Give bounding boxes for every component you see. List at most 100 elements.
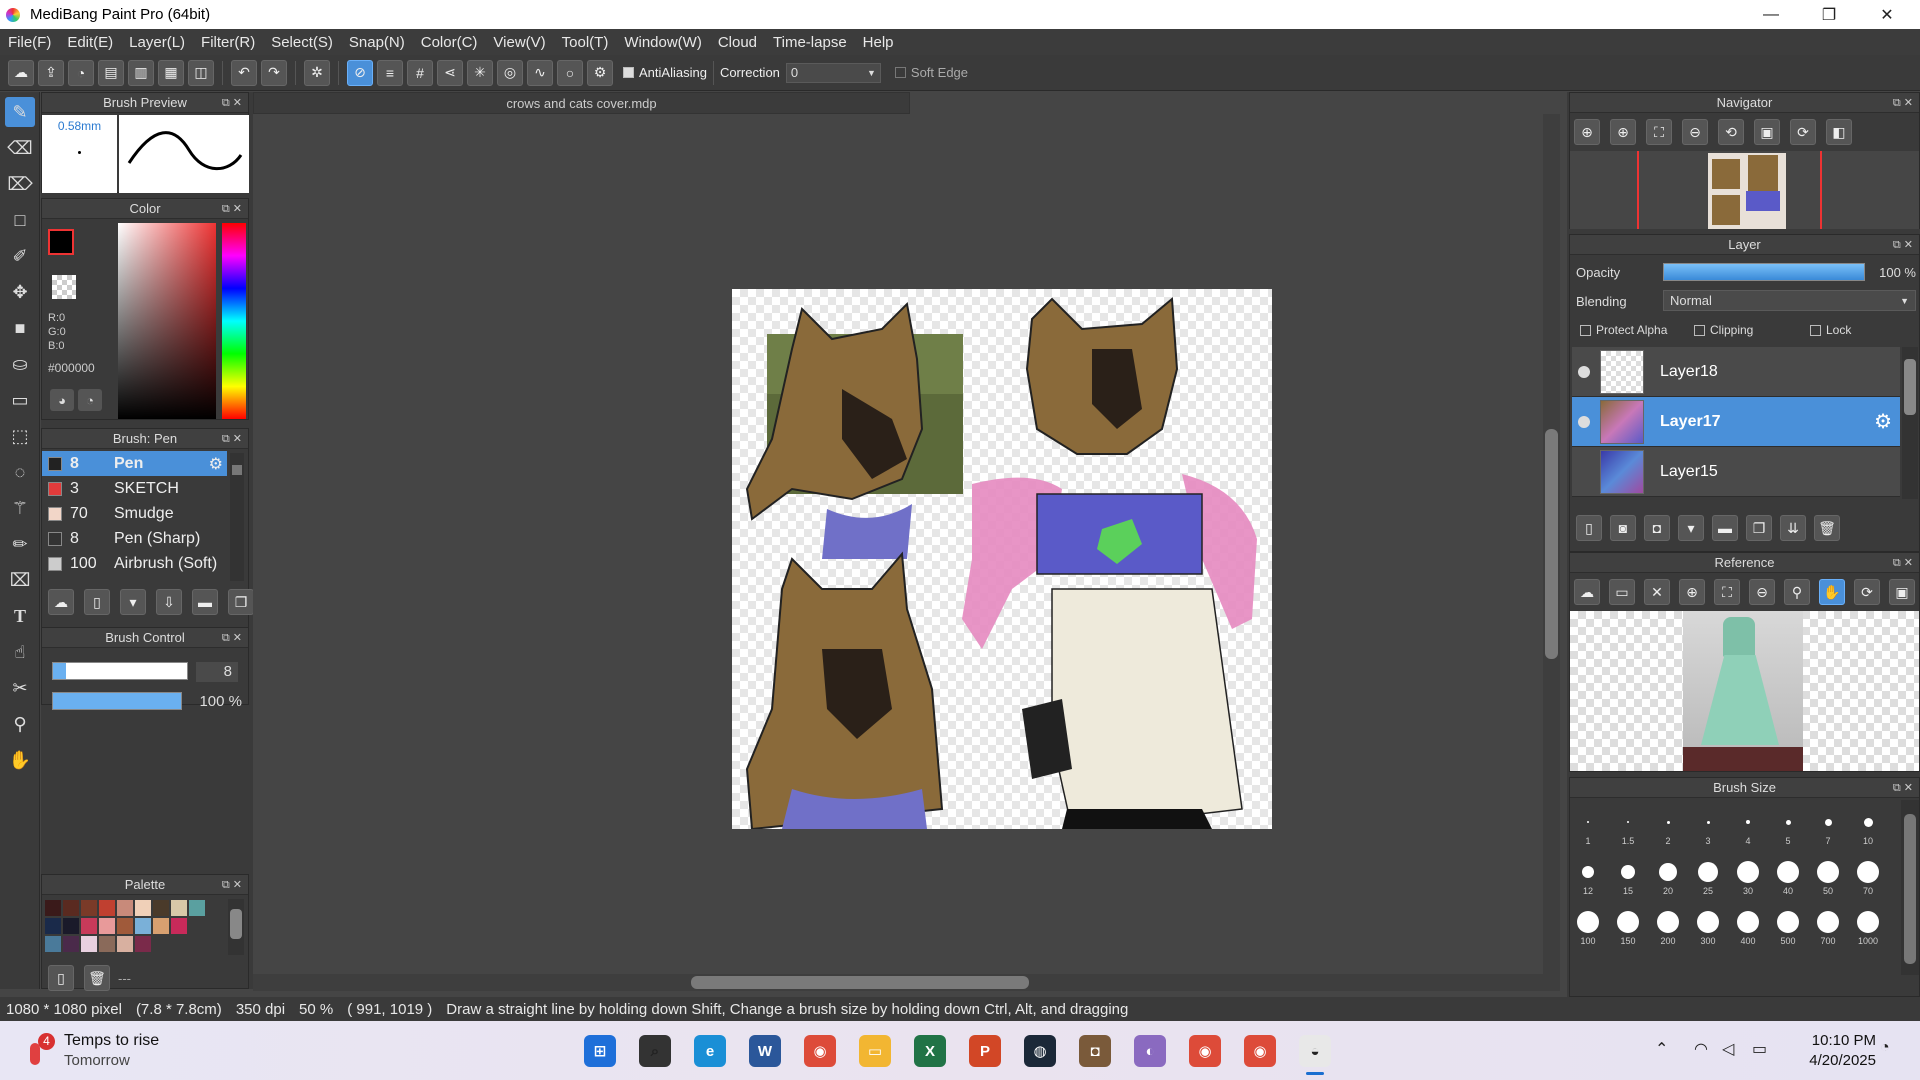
palette-swatch[interactable] — [117, 900, 133, 916]
brush-item[interactable]: 8 Pen ⚙ — [42, 451, 227, 476]
snap-off-button[interactable]: ⊘ — [347, 59, 373, 86]
notification-icon[interactable]: ◔ — [1880, 1039, 1890, 1057]
duplicate-layer-button[interactable]: ❐ — [1746, 515, 1772, 541]
menu-item-8[interactable]: Tool(T) — [554, 34, 617, 51]
shape-tool[interactable]: □ — [5, 205, 35, 235]
color-wheel-button[interactable]: ◕ — [50, 389, 74, 411]
taskbar-chrome-profile-2-icon[interactable]: ◉ — [1244, 1035, 1276, 1067]
taskbar-start-icon[interactable]: ⊞ — [584, 1035, 616, 1067]
taskbar-medibang-icon[interactable]: ◒ — [1299, 1035, 1331, 1067]
reference-zoom-out-button[interactable]: ⊖ — [1749, 579, 1775, 605]
palette-swatch[interactable] — [117, 918, 133, 934]
brush-size-dot[interactable] — [1777, 911, 1799, 933]
eyedropper-tool[interactable]: ⚲ — [5, 709, 35, 739]
operation-tool[interactable]: ☝ — [5, 637, 35, 667]
zoom-in-alt-button[interactable]: ⊕ — [1610, 119, 1636, 145]
palette-swatch[interactable] — [63, 936, 79, 952]
palette-scrollbar[interactable] — [228, 899, 244, 955]
menu-item-2[interactable]: Layer(L) — [121, 34, 193, 51]
menu-item-1[interactable]: Edit(E) — [59, 34, 121, 51]
panel-close-icon[interactable]: ⧉ ✕ — [222, 628, 242, 648]
hue-slider[interactable] — [222, 223, 246, 419]
taskbar-edge-icon[interactable]: e — [694, 1035, 726, 1067]
taskbar-word-icon[interactable]: W — [749, 1035, 781, 1067]
brush-item[interactable]: 100 Airbrush (Soft) — [42, 551, 227, 576]
clipping-checkbox[interactable] — [1694, 324, 1705, 336]
reference-fit-button[interactable]: ⛶ — [1714, 579, 1740, 605]
palette-swatch[interactable] — [81, 900, 97, 916]
panel-close-icon[interactable]: ⧉ ✕ — [222, 199, 242, 219]
palette-swatch[interactable] — [117, 936, 133, 952]
move-tool[interactable]: ✥ — [5, 277, 35, 307]
brush-duplicate-button[interactable]: ❐ — [228, 589, 254, 615]
brush-cloud-button[interactable]: ☁ — [48, 589, 74, 615]
correction-dropdown[interactable]: 0 ▼ — [785, 62, 881, 83]
curve-snap-button[interactable]: ∿ — [527, 59, 553, 86]
taskbar-chrome-profile-1-icon[interactable]: ◉ — [1189, 1035, 1221, 1067]
brush-size-scrollbar[interactable] — [1901, 800, 1919, 975]
grid-snap-button[interactable]: # — [407, 59, 433, 86]
brush-size-dot[interactable] — [1746, 820, 1750, 824]
palette-swatch[interactable] — [153, 900, 169, 916]
delete-layer-button[interactable]: 🗑 — [1814, 515, 1840, 541]
palette-swatch[interactable] — [45, 918, 61, 934]
new-color-layer-button[interactable]: ◙ — [1610, 515, 1636, 541]
foreground-color-swatch[interactable] — [48, 229, 74, 255]
new-layer-button[interactable]: ▯ — [1576, 515, 1602, 541]
comic-button[interactable]: ◫ — [188, 59, 214, 86]
menu-item-7[interactable]: View(V) — [485, 34, 553, 51]
brush-import-button[interactable]: ⇩ — [156, 589, 182, 615]
brush-opacity-slider[interactable] — [52, 692, 182, 710]
menu-item-9[interactable]: Window(W) — [616, 34, 710, 51]
menu-item-11[interactable]: Time-lapse — [765, 34, 855, 51]
perspective-snap-button[interactable]: ⋖ — [437, 59, 463, 86]
hand-tool[interactable]: ✋ — [5, 745, 35, 775]
speech-button[interactable]: ▤ — [98, 59, 124, 86]
brush-size-slider[interactable] — [52, 662, 188, 680]
new-folder-button[interactable]: ▬ — [1712, 515, 1738, 541]
upload-button[interactable]: ⇪ — [38, 59, 64, 86]
battery-icon[interactable]: ▭ — [1752, 1039, 1767, 1059]
layer-row[interactable]: Layer17 ⚙ — [1572, 397, 1900, 447]
weather-widget-icon[interactable]: 4 — [26, 1033, 56, 1067]
merge-layer-button[interactable]: ⇊ — [1780, 515, 1806, 541]
taskbar-excel-icon[interactable]: X — [914, 1035, 946, 1067]
select-pen-tool[interactable]: ✏ — [5, 529, 35, 559]
saturation-value-picker[interactable] — [118, 223, 216, 419]
drawing-canvas[interactable] — [732, 289, 1272, 829]
brush-size-value[interactable]: 8 — [196, 662, 238, 682]
layer-visibility-icon[interactable] — [1578, 415, 1590, 428]
line-tool[interactable]: ✐ — [5, 241, 35, 271]
lasso-tool[interactable]: ◌ — [5, 457, 35, 487]
brush-size-dot[interactable] — [1817, 911, 1839, 933]
fill-rect-tool[interactable]: ■ — [5, 313, 35, 343]
taskbar-files-icon[interactable]: ▭ — [859, 1035, 891, 1067]
palette-swatch[interactable] — [135, 936, 151, 952]
text-tool[interactable]: T — [5, 601, 35, 631]
brush-folder-button[interactable]: ▬ — [192, 589, 218, 615]
palette-swatch[interactable] — [99, 918, 115, 934]
reference-eyedropper-button[interactable]: ⚲ — [1784, 579, 1810, 605]
new-brush-button[interactable]: ▯ — [84, 589, 110, 615]
brush-add-menu-button[interactable]: ▾ — [120, 589, 146, 615]
brush-size-dot[interactable] — [1706, 820, 1710, 824]
fit-screen-button[interactable]: ⛶ — [1646, 119, 1672, 145]
clipping-option[interactable]: Clipping — [1694, 323, 1753, 337]
select-tool[interactable]: ⬚ — [5, 421, 35, 451]
panel-close-icon[interactable]: ⧉ ✕ — [1893, 93, 1913, 113]
panel-close-icon[interactable]: ⧉ ✕ — [222, 875, 242, 895]
color-settings-button[interactable]: ◔ — [78, 389, 102, 411]
brush-size-dot[interactable] — [1857, 861, 1879, 883]
menu-item-12[interactable]: Help — [855, 34, 902, 51]
redo-button[interactable]: ↷ — [261, 59, 287, 86]
layer-settings-icon[interactable]: ⚙ — [1874, 409, 1892, 434]
canvas-vertical-scrollbar[interactable] — [1543, 114, 1560, 976]
menu-item-0[interactable]: File(F) — [0, 34, 59, 51]
gradient-tool[interactable]: ▭ — [5, 385, 35, 415]
brush-size-dot[interactable] — [1817, 861, 1839, 883]
panel-close-icon[interactable]: ⧉ ✕ — [222, 93, 242, 113]
panel-close-icon[interactable]: ⧉ ✕ — [1893, 235, 1913, 255]
zoom-in-button[interactable]: ⊕ — [1574, 119, 1600, 145]
taskbar-steam-icon[interactable]: ◍ — [1024, 1035, 1056, 1067]
close-window-button[interactable]: ✕ — [1858, 0, 1916, 29]
